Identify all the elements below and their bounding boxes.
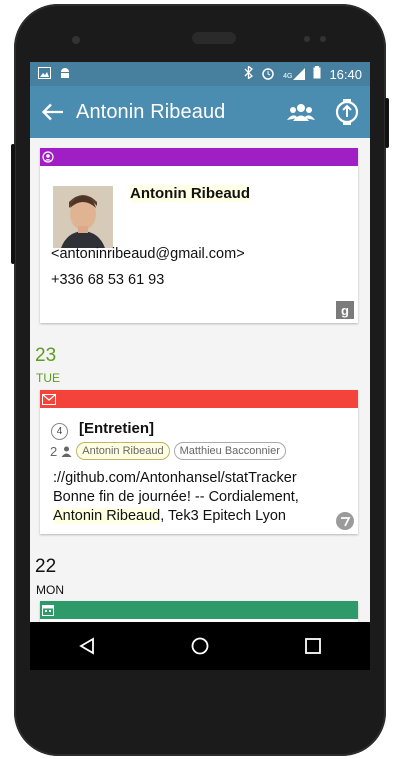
participant-chip[interactable]: Matthieu Bacconnier — [173, 442, 286, 460]
android-icon — [59, 66, 71, 82]
back-button[interactable] — [30, 86, 76, 138]
calendar-icon — [42, 605, 54, 616]
status-bar: 4G 16:40 — [30, 62, 370, 86]
contact-email[interactable]: <antoninribeaud@gmail.com> — [51, 246, 245, 262]
contacts-group-icon — [287, 104, 315, 121]
screen: 4G 16:40 Antonin Ribeaud Antonin Ribeaud… — [30, 62, 370, 622]
gmail-icon — [42, 393, 56, 405]
participant-chip[interactable]: Antonin Ribeaud — [76, 442, 170, 460]
contact-band — [40, 148, 358, 166]
snippet-line: Bonne fin de journée! -- Cordialement, — [53, 489, 299, 505]
status-time: 16:40 — [329, 66, 362, 82]
date-day-number: 22 — [35, 556, 57, 577]
home-circle-icon — [191, 637, 209, 655]
alarm-icon — [261, 66, 275, 83]
signal-icon: 4G — [283, 68, 306, 80]
contacts-group-button[interactable] — [278, 86, 324, 138]
date-weekday: TUE — [36, 371, 60, 385]
recents-square-icon — [305, 638, 322, 654]
google-source-icon: g — [336, 301, 354, 319]
person-icon — [61, 446, 72, 457]
calendar-band — [40, 601, 358, 619]
back-arrow-icon — [42, 103, 63, 121]
front-camera — [72, 36, 80, 44]
page-title: Antonin Ribeaud — [76, 100, 226, 123]
image-icon — [38, 66, 51, 82]
battery-icon — [313, 66, 321, 82]
thread-count-badge: 4 — [51, 423, 68, 440]
mail-subject: [Entretien] — [79, 420, 154, 437]
contact-card[interactable]: Antonin Ribeaud <antoninribeaud@gmail.co… — [40, 148, 358, 323]
date-day-number: 23 — [35, 345, 57, 366]
contact-phone[interactable]: +336 68 53 61 93 — [51, 272, 164, 288]
date-weekday: MON — [36, 583, 64, 597]
snippet-highlight: Antonin Ribeaud — [53, 508, 161, 524]
navigation-bar — [30, 622, 370, 670]
nav-home-button[interactable] — [170, 622, 230, 670]
volume-button — [11, 144, 15, 264]
power-button — [385, 98, 389, 148]
back-triangle-icon — [78, 637, 94, 655]
sensor — [304, 36, 310, 42]
app-bar: Antonin Ribeaud — [30, 86, 370, 138]
mail-source-icon — [336, 512, 354, 530]
upload-icon — [335, 99, 359, 125]
nav-recents-button[interactable] — [283, 622, 343, 670]
calendar-card[interactable] — [40, 601, 358, 622]
avatar — [53, 186, 113, 248]
nav-back-button[interactable] — [57, 622, 117, 670]
mail-band — [40, 390, 358, 408]
contact-name: Antonin Ribeaud — [130, 185, 250, 202]
speaker-grille — [192, 32, 236, 44]
snippet-line: ://github.com/Antonhansel/statTracker — [53, 470, 297, 486]
mail-snippet: ://github.com/Antonhansel/statTracker Bo… — [53, 469, 349, 526]
participants-row: 2 Antonin Ribeaud Matthieu Bacconnier — [50, 442, 286, 460]
snippet-line: Antonin Ribeaud, Tek3 Epitech Lyon — [53, 507, 349, 526]
timeline[interactable]: Antonin Ribeaud <antoninribeaud@gmail.co… — [30, 138, 370, 622]
snippet-tail: , Tek3 Epitech Lyon — [160, 508, 286, 524]
contact-icon — [42, 151, 54, 163]
bluetooth-icon — [244, 65, 254, 82]
mail-card[interactable]: 4 [Entretien] 2 Antonin Ribeaud Matthieu… — [40, 390, 358, 534]
upload-button[interactable] — [324, 86, 370, 138]
participant-count: 2 — [50, 443, 58, 459]
sensor — [320, 36, 326, 42]
